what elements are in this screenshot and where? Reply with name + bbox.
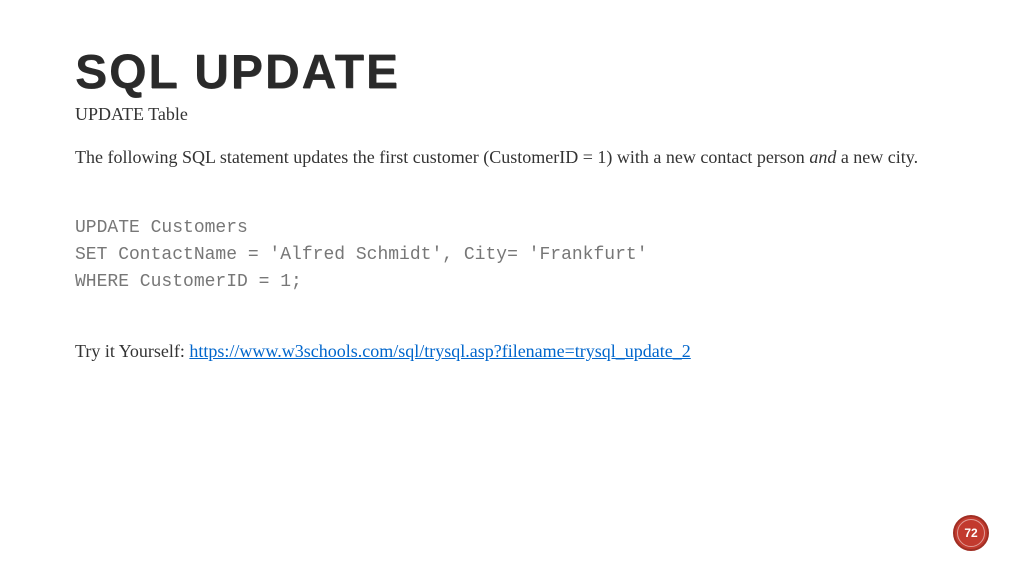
description-part2: a new city. bbox=[836, 147, 918, 167]
page-number: 72 bbox=[964, 526, 977, 540]
page-title: SQL UPDATE bbox=[75, 45, 949, 100]
description-text: The following SQL statement updates the … bbox=[75, 145, 949, 170]
description-part1: The following SQL statement updates the … bbox=[75, 147, 809, 167]
try-it-link[interactable]: https://www.w3schools.com/sql/trysql.asp… bbox=[189, 341, 690, 361]
page-badge-inner: 72 bbox=[957, 519, 985, 547]
subtitle: UPDATE Table bbox=[75, 104, 949, 125]
try-it-label: Try it Yourself: bbox=[75, 341, 189, 361]
sql-code-block: UPDATE Customers SET ContactName = 'Alfr… bbox=[75, 215, 949, 296]
try-it-yourself: Try it Yourself: https://www.w3schools.c… bbox=[75, 341, 949, 362]
description-italic: and bbox=[809, 147, 836, 167]
page-badge: 72 bbox=[953, 515, 989, 551]
